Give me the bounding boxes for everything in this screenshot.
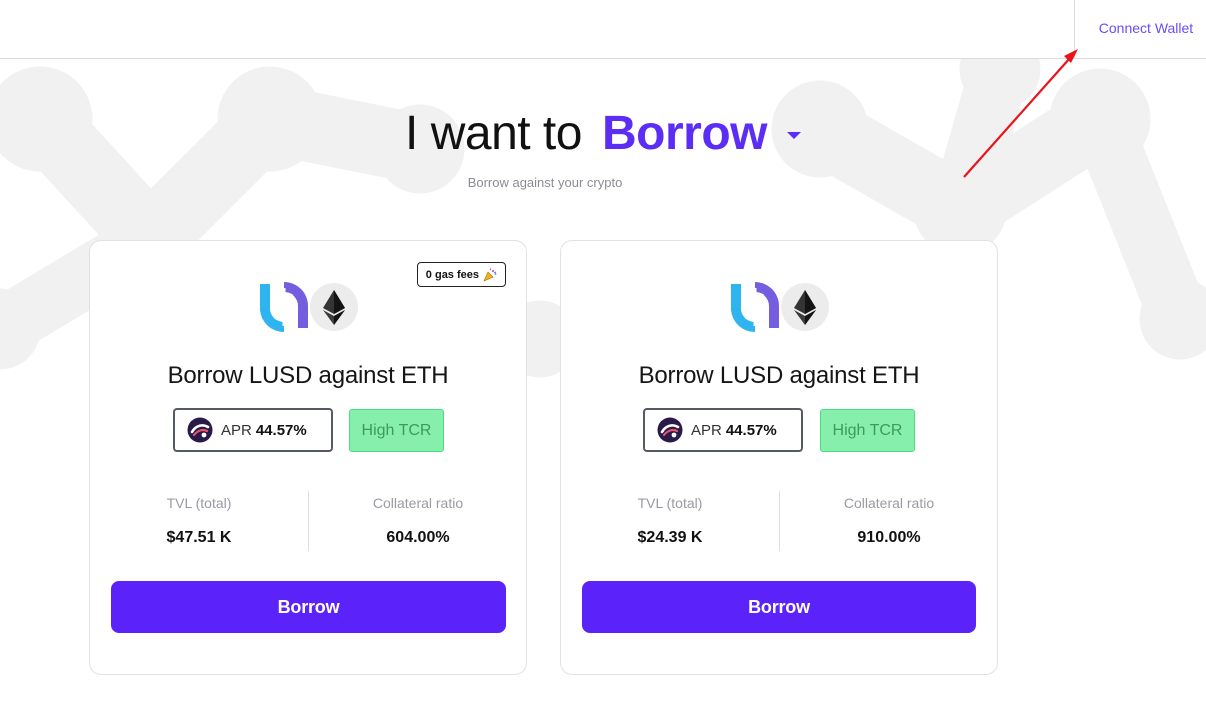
hero-subtitle: Borrow against your crypto xyxy=(467,175,623,190)
tvl-value: $24.39 K xyxy=(637,529,703,546)
top-bar: Connect Wallet xyxy=(0,0,1206,59)
lusd-icon xyxy=(260,282,308,332)
stats-row: TVL (total) $24.39 K Collateral ratio 91… xyxy=(561,491,997,555)
action-dropdown-value: Borrow xyxy=(601,106,768,160)
borrow-card: Borrow LUSD against ETH APR 44.57% High … xyxy=(560,240,998,675)
eth-icon xyxy=(781,283,829,331)
apr-value: 44.57% xyxy=(255,421,307,439)
tvl-label: TVL (total) xyxy=(166,495,232,511)
status-badge: High TCR xyxy=(820,409,915,452)
apr-label: APR xyxy=(221,421,252,439)
tvl-stat: TVL (total) $47.51 K xyxy=(90,491,308,547)
card-title: Borrow LUSD against ETH xyxy=(167,362,449,389)
apr-pill[interactable]: APR 44.57% xyxy=(173,408,333,452)
tvl-label: TVL (total) xyxy=(637,495,703,511)
collateral-label: Collateral ratio xyxy=(843,495,935,511)
protocol-logo-icon xyxy=(657,417,683,443)
borrow-button[interactable]: Borrow xyxy=(111,581,506,633)
gas-fees-badge: 0 gas fees xyxy=(416,262,506,287)
apr-value: 44.57% xyxy=(725,421,777,439)
borrow-button[interactable]: Borrow xyxy=(582,581,976,633)
party-popper-icon xyxy=(483,267,497,282)
token-pair-icons xyxy=(731,282,829,332)
collateral-label: Collateral ratio xyxy=(372,495,464,511)
collateral-value: 604.00% xyxy=(386,529,450,546)
eth-icon xyxy=(310,283,358,331)
borrow-card: 0 gas fees Borrow LUSD against ETH APR 4… xyxy=(89,240,527,675)
collateral-stat: Collateral ratio 910.00% xyxy=(780,491,998,547)
hero-heading: I want to Borrow xyxy=(405,100,801,166)
lusd-icon xyxy=(731,282,779,332)
action-dropdown[interactable]: Borrow xyxy=(602,106,801,161)
tvl-stat: TVL (total) $24.39 K xyxy=(561,491,779,547)
apr-pill[interactable]: APR 44.57% xyxy=(643,408,803,452)
chevron-down-icon xyxy=(786,131,801,139)
token-pair-icons xyxy=(260,282,358,332)
collateral-value: 910.00% xyxy=(857,529,921,546)
status-badge: High TCR xyxy=(349,409,444,452)
hero-prefix: I want to xyxy=(405,106,582,160)
topbar-divider xyxy=(1074,0,1075,59)
hero-section: I want to Borrow Borrow against your cry… xyxy=(0,100,1206,190)
connect-wallet-button[interactable]: Connect Wallet xyxy=(1090,17,1202,39)
card-title: Borrow LUSD against ETH xyxy=(638,362,920,389)
apr-label: APR xyxy=(691,421,722,439)
stats-row: TVL (total) $47.51 K Collateral ratio 60… xyxy=(90,491,526,555)
protocol-logo-icon xyxy=(187,417,213,443)
tvl-value: $47.51 K xyxy=(166,529,232,546)
collateral-stat: Collateral ratio 604.00% xyxy=(309,491,527,547)
gas-fees-label: 0 gas fees xyxy=(425,268,479,281)
